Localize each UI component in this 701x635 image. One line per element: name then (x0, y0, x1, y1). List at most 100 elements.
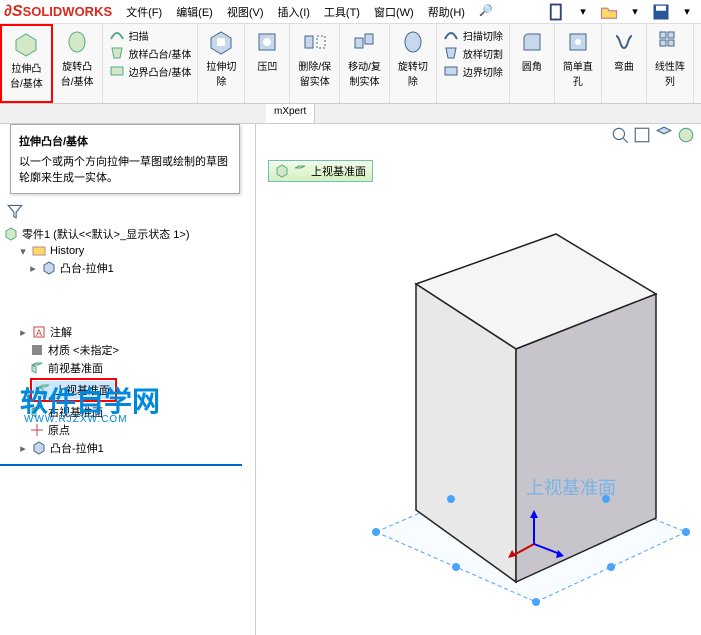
tree-extrude1b-label: 凸台-拉伸1 (50, 440, 104, 456)
view-icon[interactable] (633, 126, 651, 144)
boundary-cut-button[interactable]: 边界切除 (441, 62, 505, 80)
menu-items: 文件(F) 编辑(E) 视图(V) 插入(I) 工具(T) 窗口(W) 帮助(H… (120, 2, 499, 22)
extrude-cut-button[interactable]: 拉伸切 除 (202, 26, 240, 90)
ribbon-sweep-group: 扫描 放样凸台/基体 边界凸台/基体 (103, 24, 199, 103)
content-area: 拉伸凸台/基体 以一个或两个方向拉伸一草图或绘制的草图轮廓来生成一实体。 零件1… (0, 124, 701, 635)
extrude-label: 拉伸凸 台/基体 (10, 60, 43, 90)
menu-view[interactable]: 视图(V) (221, 2, 270, 22)
boundary-button[interactable]: 边界凸台/基体 (107, 62, 194, 80)
annotation-icon: A (32, 325, 46, 339)
sweep-icon (109, 27, 125, 43)
tree-front-plane-label: 前视基准面 (48, 360, 103, 376)
sweep-button[interactable]: 扫描 (107, 26, 151, 44)
loft-button[interactable]: 放样凸台/基体 (107, 44, 194, 62)
revolve-boss-button[interactable]: 旋转凸 台/基体 (57, 26, 98, 90)
linear-pattern-button[interactable]: 线性阵 列 (651, 26, 689, 90)
tree-top-plane-highlight: 上视基准面 (30, 378, 117, 402)
open-doc-icon[interactable] (599, 2, 619, 22)
tooltip-title: 拉伸凸台/基体 (19, 133, 231, 149)
tree-right-plane[interactable]: 右视基准面 (4, 403, 251, 421)
tree-origin-label: 原点 (48, 422, 70, 438)
tree-annotations[interactable]: ▸ A 注解 (4, 323, 251, 341)
sweep-cut-button[interactable]: 扫描切除 (441, 26, 505, 44)
ribbon-fillet-group: 圆角 (510, 24, 555, 103)
loft-cut-button[interactable]: 放样切割 (441, 44, 505, 62)
menu-help[interactable]: 帮助(H) (422, 2, 471, 22)
dropdown-icon[interactable]: ▾ (625, 2, 645, 22)
fillet-label: 圆角 (522, 58, 542, 73)
command-tabs: x x x mXpert (0, 104, 701, 124)
app-name: SOLIDWORKS (23, 4, 113, 19)
plane-tag[interactable]: 上视基准面 (268, 160, 373, 182)
ribbon-wrap-group: 弯曲 (602, 24, 647, 103)
sweep-cut-label: 扫描切除 (463, 28, 503, 43)
svg-text:A: A (36, 328, 42, 338)
plane-icon (30, 405, 44, 419)
viewport-3d[interactable]: 上视基准面 上视基准面 (256, 124, 701, 635)
display-icon[interactable] (655, 126, 673, 144)
wrap-button[interactable]: 弯曲 (606, 26, 642, 75)
plane-3d-label: 上视基准面 (526, 478, 616, 498)
extrude-feature-icon (32, 441, 46, 455)
tree-extrude1b[interactable]: ▸ 凸台-拉伸1 (4, 439, 251, 457)
menu-search-icon[interactable]: 🔎 (473, 2, 499, 22)
fillet-icon (518, 28, 546, 56)
scene-icon[interactable] (677, 126, 695, 144)
feature-tree: 零件1 (默认<<默认>_显示状态 1>) ▾ History ▸ 凸台-拉伸1… (0, 196, 255, 461)
revolve-label: 旋转凸 台/基体 (61, 58, 94, 88)
menubar: ∂S SOLIDWORKS 文件(F) 编辑(E) 视图(V) 插入(I) 工具… (0, 0, 701, 24)
move-copy-label: 移动/复 制实体 (348, 58, 381, 88)
sweep-cut-icon (443, 27, 459, 43)
loft-cut-icon (443, 45, 459, 61)
tree-root[interactable]: 零件1 (默认<<默认>_显示状态 1>) (4, 225, 251, 243)
extrude-feature-icon (42, 261, 56, 275)
zoom-icon[interactable] (611, 126, 629, 144)
view-toolbar (611, 126, 695, 144)
tree-history[interactable]: ▾ History (4, 243, 251, 259)
chamfer-button[interactable]: 简单直 孔 (559, 26, 597, 90)
menu-insert[interactable]: 插入(I) (272, 2, 316, 22)
fillet-button[interactable]: 圆角 (514, 26, 550, 75)
sweep-label: 扫描 (129, 28, 149, 43)
dropdown-icon[interactable]: ▾ (677, 2, 697, 22)
tree-separator (0, 464, 242, 466)
ribbon-pattern-group: 线性阵 列 (647, 24, 694, 103)
tree-annotations-label: 注解 (50, 324, 72, 340)
boundary-cut-label: 边界切除 (463, 64, 503, 79)
tree-material[interactable]: 材质 <未指定> (4, 341, 251, 359)
menu-tools[interactable]: 工具(T) (318, 2, 366, 22)
move-copy-button[interactable]: 移动/复 制实体 (344, 26, 385, 90)
plane-tag-label: 上视基准面 (311, 163, 366, 179)
dropdown-icon[interactable]: ▾ (573, 2, 593, 22)
menu-window[interactable]: 窗口(W) (368, 2, 420, 22)
boundary-icon (109, 63, 125, 79)
loft-label: 放样凸台/基体 (129, 46, 192, 61)
move-icon (351, 28, 379, 56)
ribbon-revolve-group: 旋转凸 台/基体 (53, 24, 103, 103)
tree-origin[interactable]: 原点 (4, 421, 251, 439)
hole-label: 压凹 (257, 58, 277, 73)
ribbon: 拉伸凸 台/基体 旋转凸 台/基体 扫描 放样凸台/基体 边界凸台/基体 拉伸切… (0, 24, 701, 104)
extrude-cut-label: 拉伸切 除 (206, 58, 236, 88)
ribbon-cut-group: 拉伸切 除 (198, 24, 245, 103)
menu-file[interactable]: 文件(F) (120, 2, 168, 22)
tree-extrude1[interactable]: ▸ 凸台-拉伸1 (4, 259, 251, 277)
quick-access-toolbar: ▾ ▾ ▾ (547, 2, 697, 22)
logo-swoosh-icon: ∂S (4, 3, 23, 21)
chamfer-label: 简单直 孔 (563, 58, 593, 88)
revolve-cut-button[interactable]: 旋转切 除 (394, 26, 432, 90)
delete-keep-button[interactable]: 删除/保 留实体 (294, 26, 335, 90)
pattern-label: 线性阵 列 (655, 58, 685, 88)
menu-edit[interactable]: 编辑(E) (170, 2, 219, 22)
tree-top-plane-label: 上视基准面 (55, 382, 110, 398)
tree-top-plane[interactable]: 上视基准面 (33, 381, 114, 399)
save-icon[interactable] (651, 2, 671, 22)
extrude-boss-button[interactable]: 拉伸凸 台/基体 (6, 28, 47, 92)
filter-icon[interactable] (6, 202, 24, 220)
tree-front-plane[interactable]: 前视基准面 (4, 359, 251, 377)
extrude-cut-icon (207, 28, 235, 56)
tab-dimxpert[interactable]: mXpert (266, 104, 315, 123)
material-icon (30, 343, 44, 357)
new-doc-icon[interactable] (547, 2, 567, 22)
hole-button[interactable]: 压凹 (249, 26, 285, 75)
